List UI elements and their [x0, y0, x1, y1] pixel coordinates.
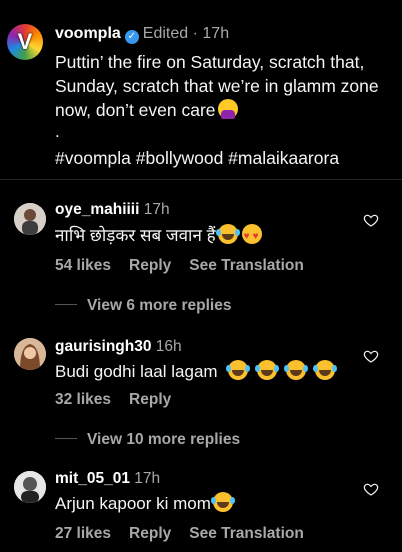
see-translation-button[interactable]: See Translation — [189, 525, 304, 542]
comment-body: Arjun kapoor ki mom — [55, 494, 211, 513]
timestamp: 17h — [134, 470, 161, 487]
comment-text: Budi godhi laal lagam — [55, 360, 335, 384]
laughing-tears-emoji-icon — [312, 360, 335, 380]
view-replies-button[interactable]: View 6 more replies — [55, 296, 231, 316]
see-translation-button[interactable]: See Translation — [189, 257, 304, 274]
username[interactable]: voompla — [55, 25, 121, 42]
comment-header: gaurisingh30 16h — [55, 337, 182, 357]
comment-text: नाभि छोड़कर सब जवान हैं — [55, 224, 262, 249]
shrug-emoji-icon — [217, 99, 238, 119]
reply-button[interactable]: Reply — [129, 257, 171, 274]
separator: · — [192, 25, 198, 42]
like-heart-icon[interactable] — [363, 212, 379, 228]
comment-actions: 32 likes Reply — [55, 390, 189, 410]
divider — [55, 304, 77, 305]
laughing-tears-emoji-icon — [255, 360, 278, 380]
caption-text: Puttin’ the fire on Saturday, scratch th… — [55, 50, 390, 122]
laughing-tears-emoji-icon — [226, 360, 249, 380]
reply-button[interactable]: Reply — [129, 391, 171, 408]
likes-count[interactable]: 27 likes — [55, 525, 111, 542]
caption-body: Puttin’ the fire on Saturday, scratch th… — [55, 52, 379, 120]
view-replies-label: View 6 more replies — [87, 297, 232, 314]
view-replies-button[interactable]: View 10 more replies — [55, 430, 240, 450]
caption-header: voompla ✓ Edited · 17h — [55, 23, 229, 45]
like-heart-icon[interactable] — [363, 348, 379, 364]
comment-body: नाभि छोड़कर सब जवान हैं — [55, 226, 216, 245]
reply-button[interactable]: Reply — [129, 525, 171, 542]
avatar-image — [14, 338, 46, 370]
edited-label: Edited — [142, 25, 189, 42]
avatar-letter: V — [17, 29, 33, 54]
username[interactable]: oye_mahiiii — [55, 201, 139, 218]
post-caption: V voompla ✓ Edited · 17h Puttin’ the fire … — [0, 0, 402, 178]
timestamp: 17h — [202, 25, 230, 42]
avatar[interactable]: V — [7, 24, 43, 60]
username[interactable]: mit_05_01 — [55, 470, 130, 487]
comment-text: Arjun kapoor ki mom — [55, 492, 233, 516]
comment-actions: 54 likes Reply See Translation — [55, 256, 322, 276]
laughing-tears-emoji-icon — [283, 360, 306, 380]
like-heart-icon[interactable] — [363, 481, 379, 497]
caption-dot: . — [55, 122, 60, 141]
avatar[interactable] — [14, 471, 46, 503]
comment-actions: 27 likes Reply See Translation — [55, 524, 322, 544]
heart-eyes-emoji-icon — [241, 224, 262, 249]
avatar-image — [14, 203, 46, 235]
hashtags[interactable]: #voompla #bollywood #malaikaarora — [55, 146, 339, 170]
likes-count[interactable]: 32 likes — [55, 391, 111, 408]
laughing-tears-emoji-icon — [210, 492, 233, 512]
comment-header: oye_mahiiii 17h — [55, 200, 170, 220]
timestamp: 16h — [155, 338, 182, 355]
username[interactable]: gaurisingh30 — [55, 338, 151, 355]
divider — [0, 179, 402, 180]
avatar[interactable] — [14, 203, 46, 235]
avatar[interactable] — [14, 338, 46, 370]
verified-badge-icon: ✓ — [124, 30, 139, 44]
laughing-tears-emoji-icon — [215, 224, 238, 244]
likes-count[interactable]: 54 likes — [55, 257, 111, 274]
comment-header: mit_05_01 17h — [55, 469, 160, 489]
divider — [55, 438, 77, 439]
avatar-image — [14, 471, 46, 503]
comment-body: Budi godhi laal lagam — [55, 362, 218, 381]
timestamp: 17h — [143, 201, 170, 218]
view-replies-label: View 10 more replies — [87, 431, 241, 448]
